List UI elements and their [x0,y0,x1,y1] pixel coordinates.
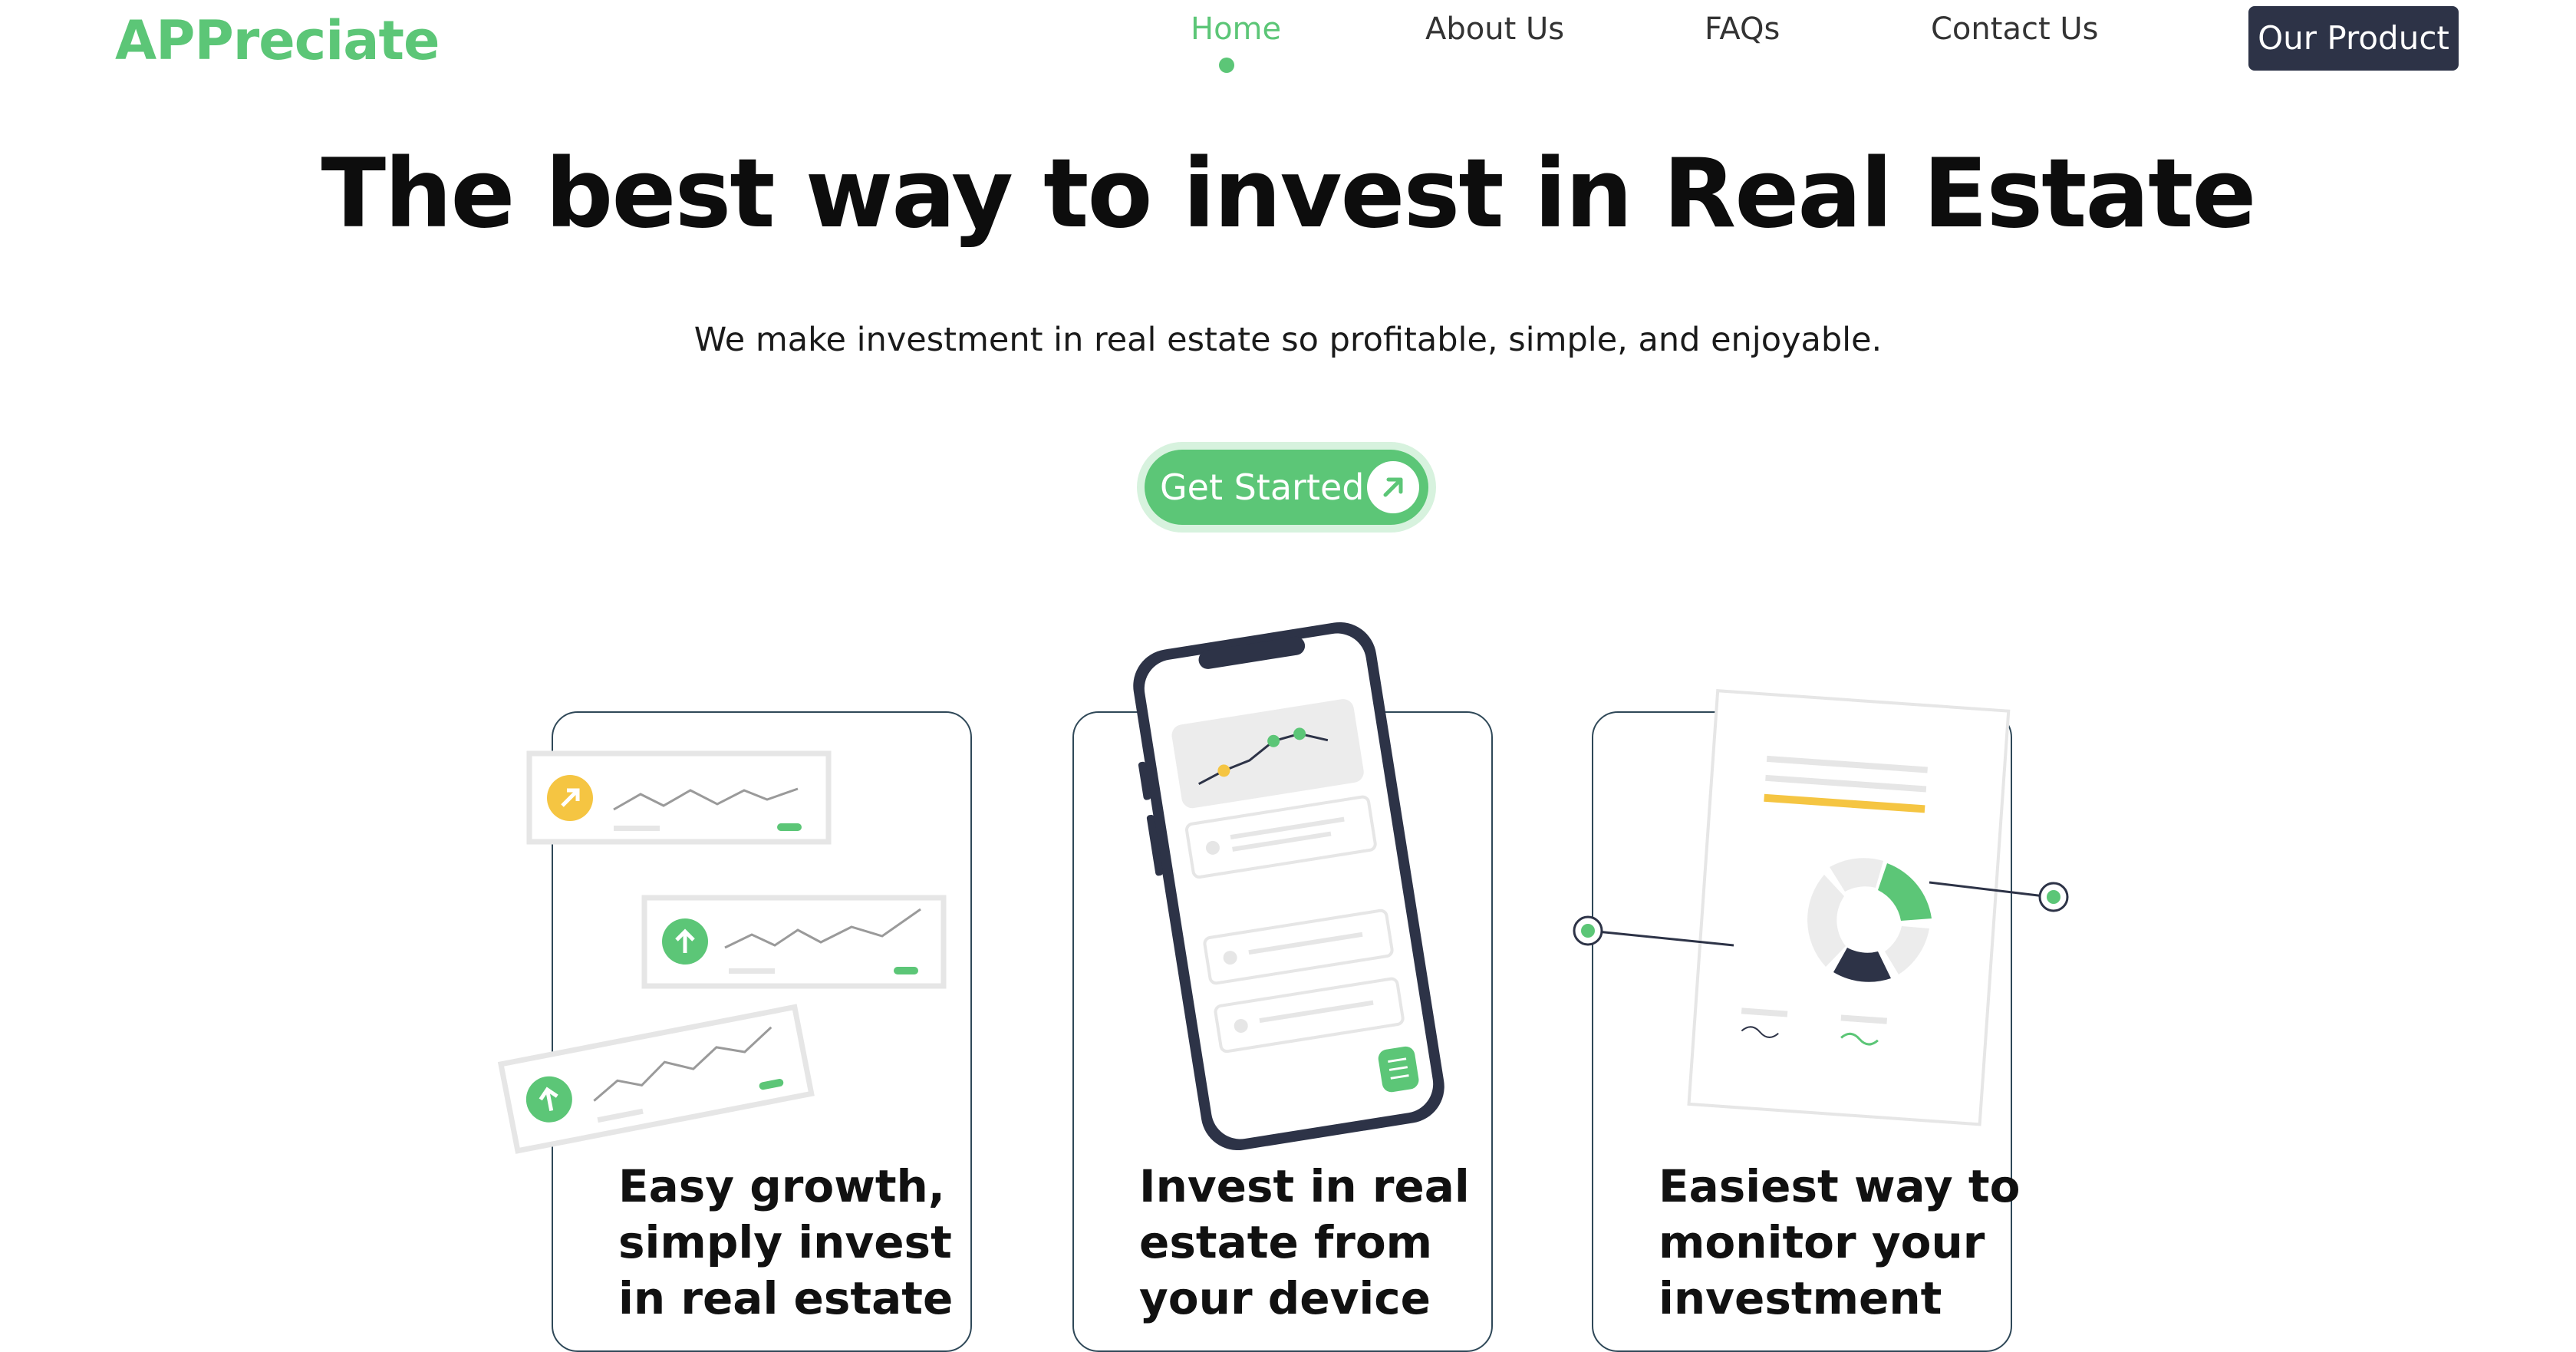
report-illustration [1573,689,2069,1126]
get-started-label: Get Started [1160,467,1365,508]
nav-contact-us[interactable]: Contact Us [1931,6,2098,52]
nav-about-us[interactable]: About Us [1425,6,1564,52]
card-title-monitor: Easiest way to monitor your investment [1659,1160,2021,1324]
nav-home[interactable]: Home [1191,6,1281,52]
logo[interactable]: APPreciate [115,6,440,75]
logo-text: APPreciate [115,9,440,72]
our-product-button[interactable]: Our Product [2248,6,2459,71]
phone-illustration [1133,622,1444,1151]
active-nav-indicator [1219,58,1234,73]
page-title: The best way to invest in Real Estate [321,139,2257,249]
arrow-up-right-icon [1367,461,1419,513]
get-started-button[interactable]: Get Started [1145,450,1428,525]
nav-faqs[interactable]: FAQs [1705,6,1780,52]
card-title-device: Invest in real estate from your device [1139,1160,1470,1324]
growth-charts-illustration [497,750,947,1154]
page-subtitle: We make investment in real estate so pro… [693,321,1883,359]
card-title-growth: Easy growth, simply invest in real estat… [618,1160,954,1324]
